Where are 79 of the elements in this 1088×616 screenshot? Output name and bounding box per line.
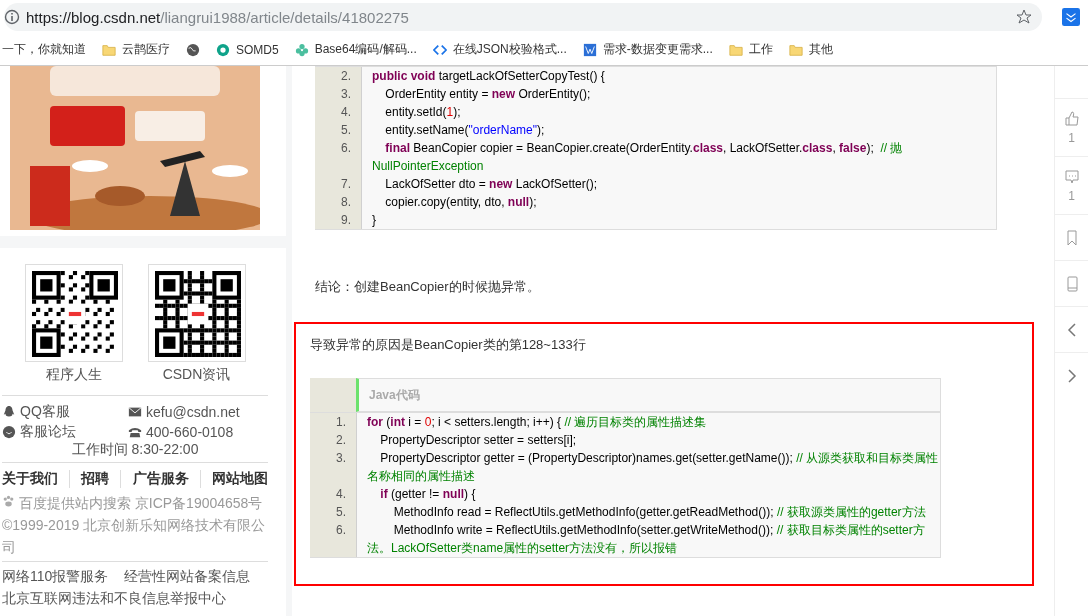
copyright-text: ©1999-2019 北京创新乐知网络技术有限公司 xyxy=(2,516,267,557)
bookmark[interactable]: 工作 xyxy=(728,41,773,58)
line-number: 6. xyxy=(310,521,356,557)
thumbs-up-icon xyxy=(1063,110,1080,127)
code-line: MethodInfo write = ReflectUtils.getMethodInfo(setter.getWriteMethod()); // 获取目标类属性的setter方法。LackOfSetter类name属性的setter方法没有，所以报错 xyxy=(356,521,940,557)
code-line: public void targetLackOfSetterCopyTest() { xyxy=(361,67,996,85)
code-line: copier.copy(entity, dto, null); xyxy=(361,193,996,211)
extension-icon[interactable] xyxy=(1062,8,1080,26)
footer-link[interactable]: 招聘 xyxy=(81,470,110,488)
mail-icon xyxy=(128,405,142,419)
line-number: 3. xyxy=(315,85,361,103)
code-line: PropertyDescriptor setter = setters[i]; xyxy=(356,431,940,449)
paw-icon xyxy=(2,495,15,508)
conclusion-text: 结论：创建BeanCopier的时候抛异常。 xyxy=(315,278,541,296)
contact-label: kefu@csdn.net xyxy=(146,404,240,420)
contact-link[interactable]: kefu@csdn.net xyxy=(128,403,268,421)
line-number: 1. xyxy=(310,413,356,431)
working-hours: 工作时间 8:30-22:00 xyxy=(70,441,200,459)
line-number: 5. xyxy=(310,503,356,521)
line-number: 3. xyxy=(310,449,356,485)
qr-caption: 程序人生 xyxy=(45,366,102,384)
code-line: if (getter != null) { xyxy=(356,485,940,503)
line-number: 2. xyxy=(315,67,361,85)
bookmark[interactable] xyxy=(186,42,200,57)
penguin-icon xyxy=(2,405,16,419)
footer-link[interactable]: 网络110报警服务 xyxy=(2,565,109,587)
shield-icon xyxy=(216,42,230,57)
bookmark[interactable]: 云鹊医疗 xyxy=(102,41,170,58)
star-icon[interactable] xyxy=(1016,9,1032,25)
bookmark[interactable]: Base64编码/解码... xyxy=(294,41,417,58)
line-number: 2. xyxy=(310,431,356,449)
contact-link[interactable]: 400-660-0108 xyxy=(128,423,268,441)
contact-label: 400-660-0108 xyxy=(146,424,234,440)
code-line: final BeanCopier copier = BeanCopier.create(OrderEntity.class, LackOfSetter.class, false); // 抛NullPointerException xyxy=(361,139,996,175)
info-icon xyxy=(4,9,20,25)
code-line: entity.setName("orderName"); xyxy=(361,121,996,139)
line-number: 5. xyxy=(315,121,361,139)
contact-link[interactable]: 客服论坛 xyxy=(2,423,128,441)
comment-icon xyxy=(1063,168,1080,185)
line-number: 7. xyxy=(315,175,361,193)
code-line: LackOfSetter dto = new LackOfSetter(); xyxy=(361,175,996,193)
line-number: 8. xyxy=(315,193,361,211)
url-text: https://blog.csdn.net/liangrui1988/article/details/41802275 xyxy=(26,8,410,26)
bookmark[interactable]: 需求-数据变更需求... xyxy=(582,41,713,58)
globe-icon xyxy=(186,42,200,57)
footer-link[interactable]: 广告服务 xyxy=(132,470,189,488)
line-number: 9. xyxy=(315,211,361,229)
footer-link[interactable]: 经营性网站备案信息 xyxy=(124,565,251,587)
footer-link[interactable]: 网站地图 xyxy=(211,470,268,488)
app-icon xyxy=(582,42,597,57)
bookmark[interactable]: 一下，你就知道 xyxy=(2,41,86,58)
icp-text: 百度提供站内搜索 京ICP备19004658号 xyxy=(2,492,268,514)
contact-label: 客服论坛 xyxy=(20,423,76,441)
code-title: Java代码 xyxy=(356,378,941,412)
code-line: entity.setId(1); xyxy=(361,103,996,121)
flower-icon xyxy=(294,42,309,57)
code-icon xyxy=(432,42,447,57)
bookmark[interactable]: SOMD5 xyxy=(216,42,279,57)
code-line: PropertyDescriptor getter = (PropertyDescriptor)names.get(setter.getName()); // 从源类获取和目标类属性名称相同的属性描述 xyxy=(356,449,940,485)
code-line: for (int i = 0; i < setters.length; i++) { // 遍历目标类的属性描述集 xyxy=(356,413,940,431)
contact-label: QQ客服 xyxy=(20,403,70,421)
line-number: 6. xyxy=(315,139,361,175)
footer-link[interactable]: 关于我们 xyxy=(2,470,58,488)
code-line: } xyxy=(361,211,996,229)
code-line: OrderEntity entity = new OrderEntity(); xyxy=(361,85,996,103)
code-line: MethodInfo read = ReflectUtils.getMethodInfo(getter.getReadMethod()); // 获取源类属性的getter方法 xyxy=(356,503,940,521)
bookmark[interactable]: 在线JSON校验格式... xyxy=(432,41,567,58)
folder-icon xyxy=(728,42,743,57)
bookmark[interactable]: 其他 xyxy=(788,41,833,58)
line-number: 4. xyxy=(310,485,356,503)
address-bar[interactable]: https://blog.csdn.net/liangrui1988/article/details/41802275 xyxy=(4,3,1042,31)
line-number: 4. xyxy=(315,103,361,121)
intro-text: 导致异常的原因是BeanCopier类的第128~133行 xyxy=(310,336,587,354)
telephone-icon xyxy=(128,425,142,439)
footer-link[interactable]: 北京互联网违法和不良信息举报中心 xyxy=(2,587,226,609)
folder-icon xyxy=(788,42,803,57)
contact-link[interactable]: QQ客服 xyxy=(2,403,128,421)
qr-caption: CSDN资讯 xyxy=(162,366,231,384)
folder-icon xyxy=(102,42,116,57)
